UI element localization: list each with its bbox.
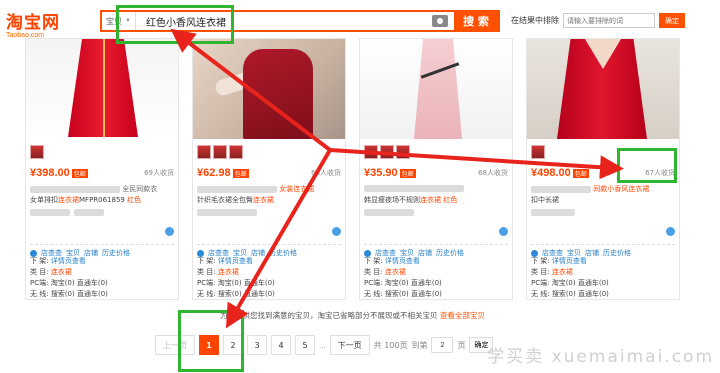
- free-shipping-badge: 包邮: [572, 168, 589, 178]
- product-card[interactable]: ¥62.98 包邮 68人收货 女装连衣裙 针织毛衣裙全包臀连衣裙 店查查 宝贝…: [192, 38, 346, 300]
- sales-count: 69人收货: [144, 169, 174, 177]
- product-title-line2[interactable]: 扣中长裙: [531, 195, 675, 204]
- sales-count: 68人收货: [311, 169, 341, 177]
- camera-icon[interactable]: [432, 15, 448, 27]
- shelf-info: 下 架: 详情页查看: [30, 257, 86, 265]
- category-info: 类 目: 连衣裙: [197, 268, 239, 276]
- annotation-box-search: [116, 5, 234, 44]
- category-info: 类 目: 连衣裙: [531, 268, 573, 276]
- pc-info: PC端: 淘宝(0) 直通车(0): [531, 279, 609, 287]
- color-swatches[interactable]: [30, 145, 44, 159]
- pc-info: PC端: 淘宝(0) 直通车(0): [364, 279, 442, 287]
- color-swatches[interactable]: [364, 145, 410, 159]
- product-image[interactable]: [193, 39, 345, 139]
- exclude-filter: 在结果中排除 确定: [511, 13, 685, 28]
- pc-info: PC端: 淘宝(0) 直通车(0): [30, 279, 108, 287]
- results-notice: 为了提供您找到满意的宝贝，淘宝已省略部分不展现或不相关宝贝 查看全部宝贝: [220, 311, 485, 320]
- goto-page-input[interactable]: [431, 337, 454, 353]
- product-title-line1[interactable]: 全民同款衣: [30, 184, 174, 193]
- view-all-link[interactable]: 查看全部宝贝: [440, 311, 485, 320]
- category-info: 类 目: 连衣裙: [364, 268, 406, 276]
- page-button[interactable]: 5: [295, 335, 315, 355]
- product-image[interactable]: [360, 39, 512, 139]
- shelf-info: 下 架: 详情页查看: [531, 257, 587, 265]
- annotation-box-sales: [617, 148, 677, 183]
- exclude-confirm-button[interactable]: 确定: [659, 13, 685, 28]
- goto-label: 到第: [411, 340, 428, 350]
- product-price: ¥62.98: [197, 167, 231, 179]
- next-page-button[interactable]: 下一页: [329, 335, 370, 355]
- total-pages: 共 100页: [373, 340, 408, 350]
- free-shipping-badge: 包邮: [232, 168, 249, 178]
- wireless-info: 无 线: 搜索(0) 直通车(0): [531, 290, 609, 298]
- sales-count: 68人收货: [478, 169, 508, 177]
- page-button[interactable]: 4: [271, 335, 291, 355]
- shelf-link[interactable]: 详情页查看: [51, 257, 86, 265]
- exclude-input[interactable]: [563, 13, 655, 28]
- wangwang-icon[interactable]: [332, 227, 341, 236]
- product-image[interactable]: [26, 39, 178, 139]
- shelf-info: 下 架: 详情页查看: [364, 257, 420, 265]
- logo-main-text: 淘宝网: [6, 13, 60, 32]
- wangwang-icon[interactable]: [666, 227, 675, 236]
- search-button[interactable]: 搜 索: [454, 12, 498, 30]
- page-unit-label: 页: [457, 340, 466, 350]
- wangwang-icon[interactable]: [499, 227, 508, 236]
- wireless-info: 无 线: 搜索(0) 直通车(0): [364, 290, 442, 298]
- wireless-info: 无 线: 搜索(0) 直通车(0): [197, 290, 275, 298]
- product-price: ¥398.00: [30, 167, 70, 179]
- shelf-info: 下 架: 详情页查看: [197, 257, 253, 265]
- product-card[interactable]: ¥398.00 包邮 69人收货 全民同款衣 女单排扣连衣裙MFPR061859…: [25, 38, 179, 300]
- product-title-line1[interactable]: 女装连衣裙: [197, 184, 341, 193]
- shelf-link[interactable]: 详情页查看: [385, 257, 420, 265]
- free-shipping-badge: 包邮: [71, 168, 88, 178]
- page-button[interactable]: 3: [247, 335, 267, 355]
- wireless-info: 无 线: 搜索(0) 直通车(0): [30, 290, 108, 298]
- watermark: 学买卖 xuemaimai.com: [487, 347, 714, 367]
- shelf-link[interactable]: 详情页查看: [218, 257, 253, 265]
- product-price: ¥498.00: [531, 167, 571, 179]
- free-shipping-badge: 包邮: [399, 168, 416, 178]
- pagination-ellipsis: ...: [319, 340, 326, 350]
- product-title-line2[interactable]: 女单排扣连衣裙MFPR061859 红色: [30, 195, 174, 204]
- exclude-label: 在结果中排除: [511, 16, 559, 25]
- product-card[interactable]: ¥35.90 包邮 68人收货 韩显瘦夜场不规则连衣裙 红色 店查查 宝贝 店铺…: [359, 38, 513, 300]
- product-title-line1[interactable]: [364, 184, 508, 193]
- shelf-link[interactable]: 详情页查看: [552, 257, 587, 265]
- wangwang-icon[interactable]: [165, 227, 174, 236]
- pc-info: PC端: 淘宝(0) 直通车(0): [197, 279, 275, 287]
- annotation-box-page: [178, 310, 244, 372]
- product-title-line2[interactable]: 韩显瘦夜场不规则连衣裙 红色: [364, 195, 508, 204]
- product-image[interactable]: [527, 39, 679, 139]
- product-title-line2[interactable]: 针织毛衣裙全包臀连衣裙: [197, 195, 341, 204]
- product-title-line1[interactable]: 同款小香风连衣裙: [531, 184, 675, 193]
- taobao-logo[interactable]: 淘宝网 Taobao.com: [6, 8, 84, 39]
- color-swatches[interactable]: [197, 145, 243, 159]
- product-price: ¥35.90: [364, 167, 398, 179]
- category-info: 类 目: 连衣裙: [30, 268, 72, 276]
- color-swatches[interactable]: [531, 145, 545, 159]
